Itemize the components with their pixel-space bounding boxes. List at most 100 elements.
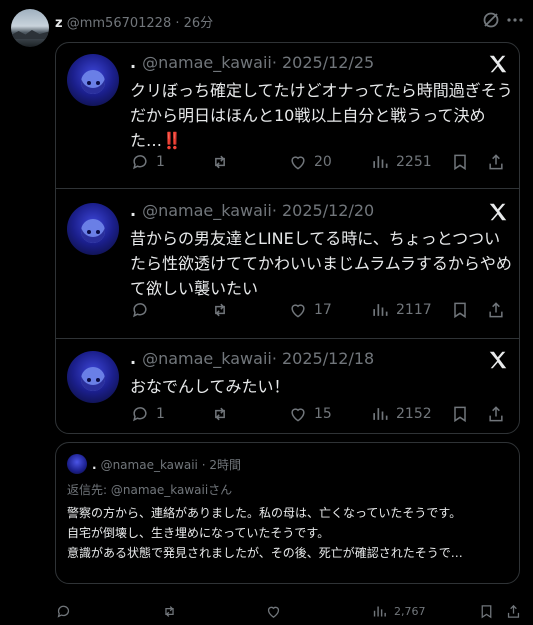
bookmark-button[interactable] (450, 403, 470, 425)
share-button[interactable] (505, 600, 522, 622)
reply-button[interactable]: 1 (130, 151, 165, 173)
reply-to-line[interactable]: 返信先: @namae_kawaiiさん (67, 481, 232, 498)
repost-button[interactable] (210, 151, 230, 173)
like-button[interactable]: 17 (288, 299, 332, 321)
post-actions: 17 2117 (130, 299, 515, 321)
like-button[interactable]: 15 (288, 403, 332, 425)
author-name[interactable]: . (130, 349, 136, 368)
author-name[interactable]: . (92, 458, 97, 472)
quoted-posts-card[interactable]: . @namae_kawaii· 2025/12/25 クリぼっち確定してたけどオ… (55, 42, 520, 434)
avatar[interactable] (67, 351, 119, 403)
bookmark-icon (481, 604, 492, 618)
reply-count: 1 (156, 406, 165, 422)
post-text: 昔からの男友達とLINEしてる時に、ちょっとつついたら性欲透けててかわいいまじム… (130, 229, 512, 298)
views-icon (373, 408, 388, 420)
bookmark-icon (454, 154, 466, 171)
quoted-post[interactable]: . @namae_kawaii· 2025/12/25 クリぼっち確定してたけどオ… (56, 43, 519, 188)
like-count: 17 (314, 302, 332, 318)
share-icon (489, 154, 503, 170)
bookmark-icon (454, 406, 466, 423)
like-button[interactable]: 20 (288, 151, 332, 173)
grok-icon[interactable] (481, 10, 501, 30)
avatar[interactable] (67, 454, 87, 474)
reply-button[interactable]: 1 (130, 403, 165, 425)
heart-icon (291, 408, 305, 422)
avatar[interactable] (67, 203, 119, 255)
post-meta: . @namae_kawaii · 2時間 (92, 456, 241, 473)
author-handle[interactable]: @namae_kawaii (142, 349, 272, 368)
author-handle[interactable]: @namae_kawaii (101, 458, 198, 472)
view-count: 2251 (396, 154, 432, 170)
bookmark-icon (454, 302, 466, 319)
embedded-reply-card[interactable]: . @namae_kawaii · 2時間 返信先: @namae_kawaiiさ… (55, 442, 520, 584)
reply-icon (133, 407, 147, 422)
post-header: z @mm56701228 · 26分 (0, 0, 533, 47)
like-count: 20 (314, 154, 332, 170)
post-text: おなでんしてみたい！ (130, 377, 290, 396)
views-icon (373, 304, 388, 316)
heart-icon (291, 156, 305, 170)
like-count: 15 (314, 406, 332, 422)
reply-icon (133, 303, 147, 318)
share-icon (489, 302, 503, 318)
timeline-page: z @mm56701228 · 26分 . @namae_kawaii· 2025… (0, 0, 533, 625)
avatar[interactable] (11, 9, 49, 47)
post-time[interactable]: · 2時間 (202, 458, 241, 472)
share-button[interactable] (486, 151, 506, 173)
x-logo-icon (489, 55, 507, 73)
views-button[interactable]: 2,767 (371, 600, 426, 622)
share-button[interactable] (486, 299, 506, 321)
author-handle[interactable]: @namae_kawaii (142, 53, 272, 72)
author-handle[interactable]: @namae_kawaii (142, 201, 272, 220)
post-text: クリぼっち確定してたけどオナってたら時間過ぎそうだから明日はほんと10戦以上自分… (130, 81, 513, 150)
views-button[interactable]: 2117 (370, 299, 432, 321)
post-meta: . @namae_kawaii· 2025/12/20 (130, 201, 374, 220)
post-meta: . @namae_kawaii· 2025/12/25 (130, 53, 374, 72)
bookmark-button[interactable] (450, 299, 470, 321)
like-button[interactable] (265, 600, 282, 622)
view-count: 2152 (396, 406, 432, 422)
views-button[interactable]: 2251 (370, 151, 432, 173)
repost-button[interactable] (210, 403, 230, 425)
post-date[interactable]: · 2025/12/20 (272, 201, 374, 220)
views-icon (373, 606, 386, 616)
reply-icon (57, 605, 70, 618)
reply-count: 1 (156, 154, 165, 170)
post-actions: 2,767 (55, 600, 525, 620)
quoted-post[interactable]: . @namae_kawaii· 2025/12/18 おなでんしてみたい！ 1 … (56, 338, 519, 433)
post-actions: 1 15 2152 (130, 403, 515, 425)
post-date[interactable]: · 2025/12/18 (272, 349, 374, 368)
post-time[interactable]: · 26分 (175, 16, 213, 31)
author-name[interactable]: z (55, 16, 63, 31)
reply-button[interactable] (130, 299, 150, 321)
views-button[interactable]: 2152 (370, 403, 432, 425)
x-logo-icon (489, 203, 507, 221)
post-date[interactable]: · 2025/12/25 (272, 53, 374, 72)
author-name[interactable]: . (130, 53, 136, 72)
repost-icon (215, 407, 225, 421)
repost-button[interactable] (161, 600, 178, 622)
view-count: 2117 (396, 302, 432, 318)
bookmark-button[interactable] (478, 600, 495, 622)
author-handle[interactable]: @mm56701228 (67, 16, 172, 31)
views-icon (373, 156, 388, 168)
repost-icon (215, 155, 225, 169)
share-button[interactable] (486, 403, 506, 425)
bookmark-button[interactable] (450, 151, 470, 173)
heart-icon (267, 606, 280, 618)
post-meta: . @namae_kawaii· 2025/12/18 (130, 349, 374, 368)
repost-icon (215, 303, 225, 317)
reply-button[interactable] (55, 600, 72, 622)
repost-button[interactable] (210, 299, 230, 321)
more-icon[interactable] (505, 10, 525, 30)
post-author-line: z @mm56701228 · 26分 (55, 12, 213, 31)
share-icon (507, 604, 520, 618)
x-logo-icon (489, 351, 507, 369)
author-name[interactable]: . (130, 201, 136, 220)
post-actions: 1 20 2251 (130, 151, 515, 173)
heart-icon (291, 304, 305, 318)
view-count: 2,767 (394, 604, 426, 618)
quoted-post[interactable]: . @namae_kawaii· 2025/12/20 昔からの男友達とLINEし… (56, 188, 519, 339)
avatar[interactable] (67, 54, 119, 106)
share-icon (489, 406, 503, 422)
